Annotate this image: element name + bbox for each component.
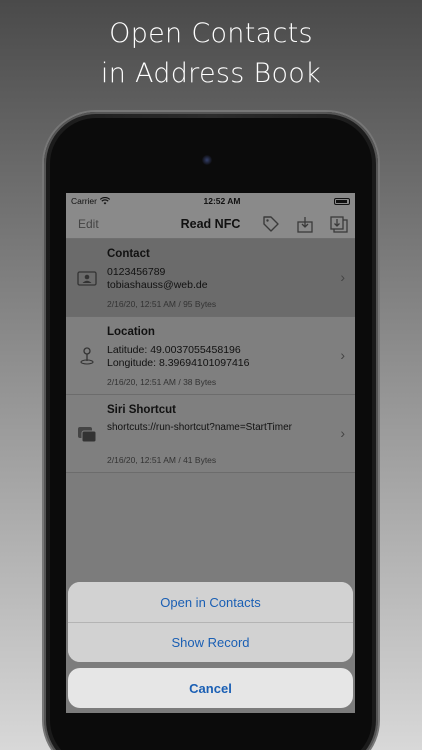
record-row-siri-shortcut[interactable]: Siri Shortcut shortcuts://run-shortcut?n… (66, 395, 355, 473)
headline-line-1: Open Contacts (109, 18, 313, 49)
app-screen: Carrier 12:52 AM Edit Read NFC Contact 0… (66, 193, 355, 713)
record-row-contact[interactable]: Contact 0123456789 tobiashauss@web.de 2/… (66, 239, 355, 317)
action-sheet: Open in Contacts Show Record (68, 582, 353, 662)
record-title: Contact (107, 248, 150, 260)
record-title: Location (107, 326, 155, 338)
navigation-bar: Edit Read NFC (66, 209, 355, 239)
front-camera (202, 155, 212, 165)
chevron-right-icon: › (340, 269, 345, 285)
record-meta: 2/16/20, 12:51 AM / 41 Bytes (107, 455, 217, 465)
record-meta: 2/16/20, 12:51 AM / 95 Bytes (107, 299, 217, 309)
record-detail-line: tobiashauss@web.de (107, 279, 208, 291)
open-in-contacts-button[interactable]: Open in Contacts (68, 582, 353, 622)
edit-button[interactable]: Edit (78, 217, 99, 231)
record-meta: 2/16/20, 12:51 AM / 38 Bytes (107, 377, 217, 387)
cancel-button[interactable]: Cancel (68, 668, 353, 708)
record-detail-line: 0123456789 (107, 266, 166, 278)
show-record-button[interactable]: Show Record (68, 622, 353, 662)
location-pin-icon (80, 347, 94, 365)
wifi-icon (99, 197, 110, 205)
chevron-right-icon: › (340, 425, 345, 441)
record-detail-line: Longitude: 8.39694101097416 (107, 357, 250, 369)
record-detail-line: shortcuts://run-shortcut?name=StartTimer (107, 422, 292, 433)
shortcut-stack-icon (78, 427, 97, 443)
marketing-headline: Open Contacts in Address Book (0, 14, 422, 94)
status-bar: Carrier 12:52 AM (66, 193, 355, 209)
chevron-right-icon: › (340, 347, 345, 363)
status-time: 12:52 AM (203, 196, 241, 206)
record-detail-line: Latitude: 49.0037055458196 (107, 344, 241, 356)
contact-card-icon (77, 271, 97, 286)
record-list: Contact 0123456789 tobiashauss@web.de 2/… (66, 239, 355, 473)
battery-icon (334, 197, 350, 205)
download-icon[interactable] (295, 214, 315, 234)
headline-line-2: in Address Book (100, 58, 322, 89)
carrier-label: Carrier (71, 196, 97, 206)
record-title: Siri Shortcut (107, 404, 177, 416)
export-icon[interactable] (329, 214, 349, 234)
record-row-location[interactable]: Location Latitude: 49.0037055458196 Long… (66, 317, 355, 395)
tag-icon[interactable] (261, 214, 281, 234)
